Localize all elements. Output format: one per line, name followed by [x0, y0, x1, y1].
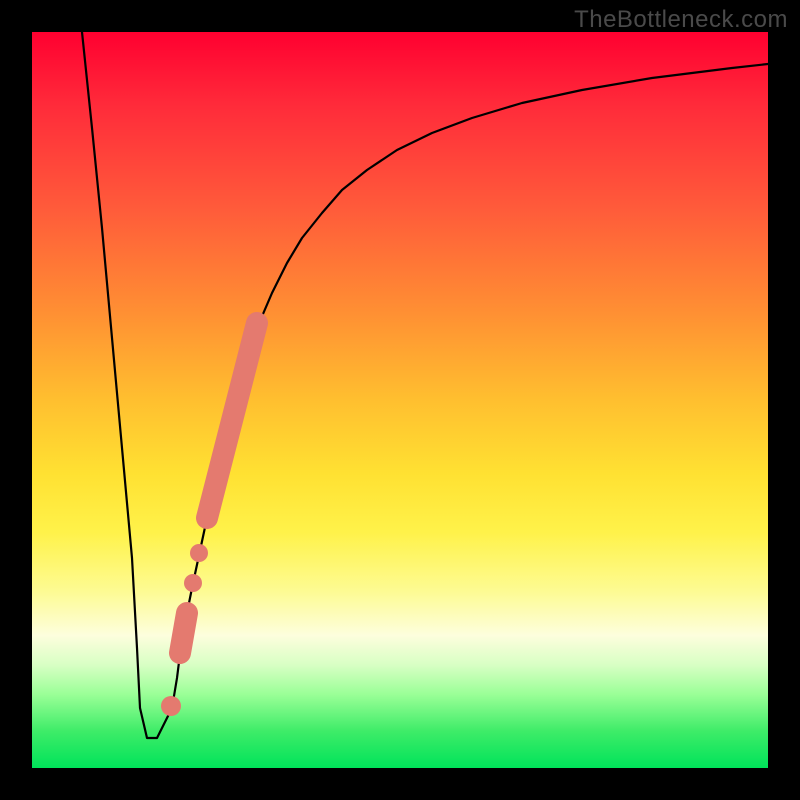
data-marker	[190, 544, 208, 562]
data-marker	[207, 323, 257, 518]
chart-frame: TheBottleneck.com	[0, 0, 800, 800]
plot-area	[32, 32, 768, 768]
data-marker	[161, 696, 181, 716]
chart-svg	[32, 32, 768, 768]
data-marker	[184, 574, 202, 592]
watermark-text: TheBottleneck.com	[574, 6, 788, 34]
data-marker	[180, 613, 187, 653]
marker-layer	[161, 323, 257, 716]
